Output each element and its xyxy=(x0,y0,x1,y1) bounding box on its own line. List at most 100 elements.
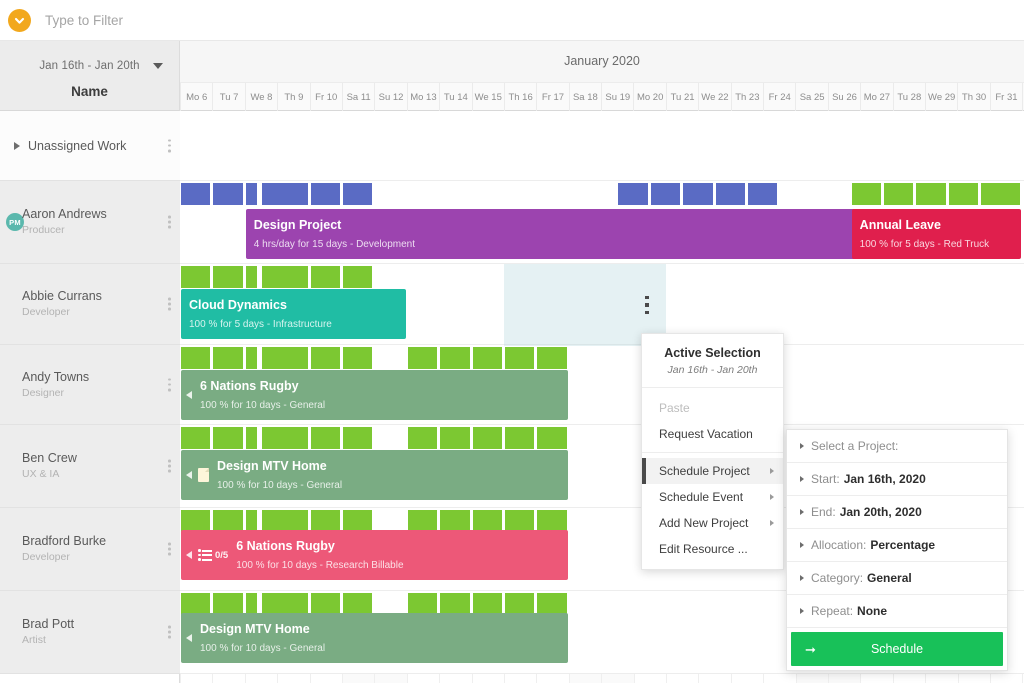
schedule-form-row[interactable]: Category: General xyxy=(787,562,1007,595)
selection-menu-icon[interactable] xyxy=(645,296,649,314)
day-column-header[interactable]: Fr 24 xyxy=(763,83,795,111)
day-column-header[interactable]: Fr 17 xyxy=(536,83,568,111)
schedule-form-row[interactable]: Allocation: Percentage xyxy=(787,529,1007,562)
context-menu-item-label: Paste xyxy=(659,401,690,415)
row-menu-icon[interactable] xyxy=(168,297,171,311)
schedule-button-label: Schedule xyxy=(870,642,924,656)
form-row-value: Jan 20th, 2020 xyxy=(839,505,922,519)
task-bar[interactable]: Cloud Dynamics 100 % for 5 days - Infrast… xyxy=(181,289,406,339)
unassigned-work-group[interactable]: Unassigned Work xyxy=(14,139,126,153)
day-column-header[interactable]: Su 19 xyxy=(601,83,633,111)
row-menu-icon[interactable] xyxy=(168,542,171,556)
utilization-segment xyxy=(884,183,916,205)
day-column-header[interactable]: We 29 xyxy=(924,83,957,111)
resource-row[interactable]: Bradford Burke Developer xyxy=(0,508,180,591)
day-column-header[interactable]: Tu 21 xyxy=(665,83,698,111)
context-menu-item[interactable]: Schedule Event xyxy=(642,484,783,510)
utilization-segment xyxy=(472,347,504,369)
filter-input[interactable] xyxy=(45,12,365,28)
day-column-header[interactable]: Su 26 xyxy=(827,83,860,111)
day-column-header[interactable]: Tu 7 xyxy=(212,83,244,111)
expand-triangle-icon[interactable] xyxy=(14,141,20,150)
day-column-header[interactable]: Mo 13 xyxy=(406,83,439,111)
schedule-form-row[interactable]: End: Jan 20th, 2020 xyxy=(787,496,1007,529)
chevron-down-circle-icon[interactable] xyxy=(8,8,31,32)
day-column-header[interactable]: Su 12 xyxy=(374,83,406,111)
context-menu-item[interactable]: Schedule Project xyxy=(642,458,783,484)
utilization-segment xyxy=(537,427,569,449)
utilization-segment xyxy=(262,266,310,288)
day-column-header[interactable]: Mo 27 xyxy=(860,83,892,111)
day-column-header[interactable]: Fr 10 xyxy=(309,83,342,111)
collapse-left-icon[interactable] xyxy=(186,471,192,479)
utilization-segment xyxy=(213,183,245,205)
utilization-segment xyxy=(245,183,260,205)
day-column-header[interactable]: Sa 25 xyxy=(795,83,827,111)
schedule-form-row[interactable]: Select a Project: xyxy=(787,430,1007,463)
resource-name: Andy Towns xyxy=(22,369,90,384)
day-column-header[interactable]: We 8 xyxy=(244,83,277,111)
row-menu-icon[interactable] xyxy=(168,215,171,229)
row-menu-icon[interactable] xyxy=(168,459,171,473)
utilization-segment xyxy=(650,183,683,205)
schedule-button[interactable]: ➞ Schedule xyxy=(791,632,1003,666)
menu-separator xyxy=(642,452,783,453)
task-title: Design MTV Home xyxy=(217,459,327,473)
expand-triangle-icon xyxy=(800,608,804,614)
document-icon xyxy=(198,468,209,482)
expand-triangle-icon xyxy=(800,542,804,548)
day-column-header[interactable]: Th 23 xyxy=(730,83,763,111)
schedule-project-panel: Select a Project: Start: Jan 16th, 2020 End… xyxy=(786,429,1008,671)
resource-name: Unassigned Work xyxy=(28,138,127,153)
day-column-header[interactable]: Mo 20 xyxy=(633,83,665,111)
task-title: Design MTV Home xyxy=(200,622,310,636)
context-menu-item[interactable]: Request Vacation xyxy=(642,421,783,447)
context-menu-item[interactable]: Add New Project xyxy=(642,510,783,536)
day-column-header[interactable]: Th 30 xyxy=(957,83,989,111)
schedule-form-row[interactable]: Repeat: None xyxy=(787,595,1007,628)
resource-info: Abbie Currans Developer xyxy=(22,289,102,319)
utilization-segment xyxy=(407,347,440,369)
utilization-segment xyxy=(343,266,375,288)
resource-row[interactable]: Unassigned Work xyxy=(0,111,180,181)
resource-row[interactable]: Brad Pott Artist xyxy=(0,591,180,674)
chevron-down-icon[interactable] xyxy=(153,63,163,69)
resource-row[interactable]: Abbie Currans Developer xyxy=(0,264,180,345)
day-column-header[interactable]: Sa 11 xyxy=(341,83,374,111)
task-bar[interactable]: Design MTV Home 100 % for 10 days - Gener… xyxy=(181,450,568,500)
task-bar[interactable]: Design MTV Home 100 % for 10 days - Gener… xyxy=(181,613,568,663)
row-menu-icon[interactable] xyxy=(168,378,171,391)
task-subtitle: 100 % for 10 days - General xyxy=(200,400,326,411)
resource-row[interactable]: PM Aaron Andrews Producer xyxy=(0,181,180,264)
row-menu-icon[interactable] xyxy=(168,139,171,152)
context-menu-title: Active Selection xyxy=(664,346,761,360)
utilization-segment xyxy=(505,427,537,449)
task-bar[interactable]: Annual Leave 100 % for 5 days - Red Truck xyxy=(851,209,1022,259)
utilization-segment xyxy=(262,510,310,532)
context-menu-item-label: Request Vacation xyxy=(659,427,753,441)
day-column-header[interactable]: Tu 14 xyxy=(439,83,471,111)
task-bar[interactable]: 0/5 6 Nations Rugby 100 % for 10 days - Re… xyxy=(181,530,568,580)
schedule-form-row[interactable]: Start: Jan 16th, 2020 xyxy=(787,463,1007,496)
task-bar[interactable]: Design Project 4 hrs/day for 15 days - De… xyxy=(245,209,876,259)
utilization-segment xyxy=(472,510,504,532)
day-column-header[interactable]: We 15 xyxy=(471,83,504,111)
resource-info: Aaron Andrews Producer xyxy=(22,207,107,237)
day-column-header[interactable]: Mo 6 xyxy=(180,83,212,111)
collapse-left-icon[interactable] xyxy=(186,551,192,559)
resource-row[interactable]: Ben Crew UX & IA xyxy=(0,425,180,508)
row-menu-icon[interactable] xyxy=(168,625,171,639)
resource-name: Bradford Burke xyxy=(22,534,107,548)
day-column-header[interactable]: Sa 18 xyxy=(568,83,601,111)
arrow-right-icon: ➞ xyxy=(805,641,816,657)
resource-row[interactable]: Andy Towns Designer xyxy=(0,345,180,425)
day-column-header[interactable]: Tu 28 xyxy=(892,83,925,111)
day-column-header[interactable]: We 22 xyxy=(698,83,730,111)
task-bar[interactable]: 6 Nations Rugby 100 % for 10 days - Gener… xyxy=(181,370,568,420)
context-menu-item[interactable]: Edit Resource ... xyxy=(642,536,783,562)
day-column-header[interactable]: Th 16 xyxy=(503,83,536,111)
resource-name: Aaron Andrews xyxy=(22,207,107,221)
day-column-header[interactable]: Fr 31 xyxy=(989,83,1022,111)
expand-triangle-icon xyxy=(800,575,804,581)
day-column-header[interactable]: Th 9 xyxy=(277,83,309,111)
